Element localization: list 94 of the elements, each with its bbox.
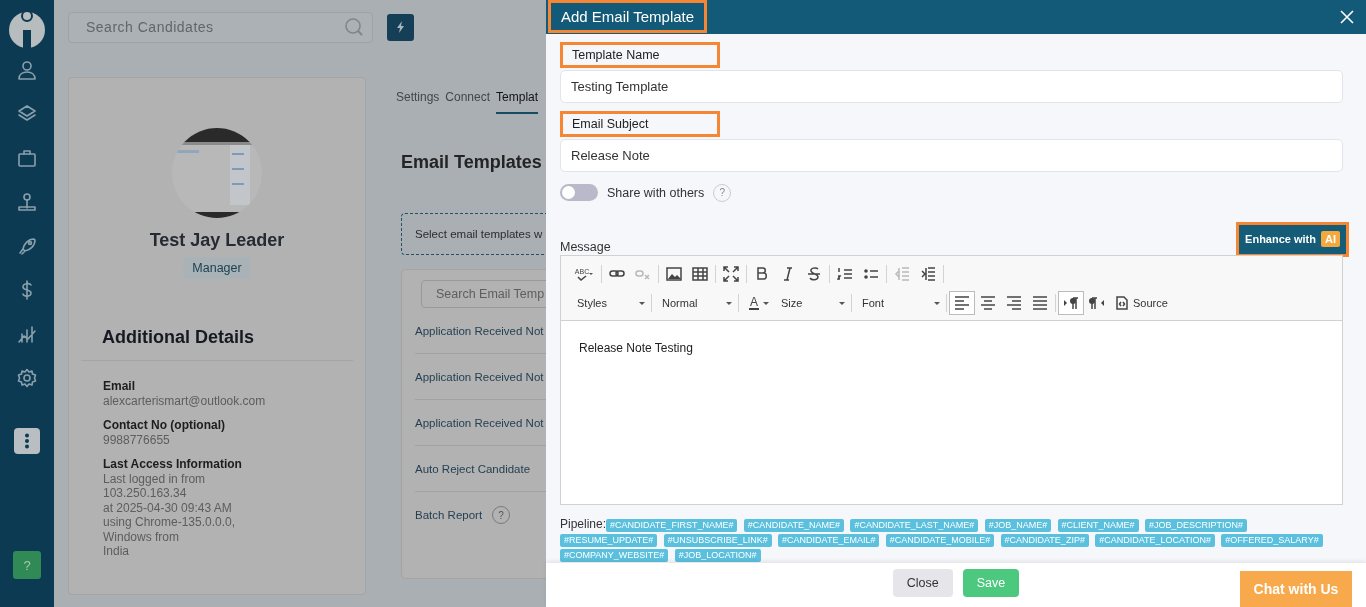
strikethrough-icon bbox=[806, 266, 822, 283]
caret-icon bbox=[726, 301, 732, 305]
placeholder-tag[interactable]: #CLIENT_NAME# bbox=[1057, 518, 1139, 532]
detail-value: 9988776655 bbox=[103, 432, 171, 447]
placeholder-tag[interactable]: #CANDIDATE_FIRST_NAME# bbox=[606, 518, 738, 532]
caret-icon bbox=[934, 301, 940, 305]
check-icon bbox=[577, 274, 587, 281]
close-button[interactable]: Close bbox=[892, 568, 953, 597]
code-file-icon bbox=[1116, 296, 1128, 311]
text-color-button[interactable]: A bbox=[741, 291, 773, 316]
more-button[interactable] bbox=[14, 428, 40, 454]
ai-badge: AI bbox=[1321, 231, 1340, 248]
search-icon bbox=[344, 17, 364, 37]
toolbar-button[interactable] bbox=[949, 291, 975, 316]
template-name[interactable]: Batch Report bbox=[415, 509, 483, 521]
detail-label: Contact No (optional) bbox=[103, 418, 226, 433]
placeholder-tag[interactable]: #JOB_DESCRIPTION# bbox=[1144, 518, 1247, 532]
detail-label: Last Access Information bbox=[103, 457, 243, 472]
rocket-icon[interactable] bbox=[17, 236, 37, 256]
caret-icon bbox=[839, 301, 845, 305]
close-button[interactable] bbox=[1340, 9, 1354, 24]
toggle-label: Share with others bbox=[607, 185, 705, 200]
lightning-button[interactable] bbox=[387, 13, 414, 41]
tab[interactable]: Templat bbox=[496, 90, 539, 114]
caret-icon bbox=[639, 301, 645, 305]
placeholder-tag[interactable]: #CANDIDATE_MOBILE# bbox=[885, 533, 995, 547]
close-icon bbox=[1340, 9, 1354, 24]
placeholder-tag[interactable]: #JOB_LOCATION# bbox=[674, 548, 761, 562]
template-name[interactable]: Application Received Not bbox=[415, 370, 544, 383]
caret-icon bbox=[589, 273, 594, 276]
person-icon[interactable] bbox=[17, 60, 37, 80]
align-left-icon bbox=[954, 295, 970, 312]
pipeline-label: Pipeline: bbox=[560, 516, 607, 531]
align-center-icon bbox=[980, 295, 996, 312]
tab[interactable]: Connect bbox=[445, 90, 491, 114]
chat-button[interactable]: Chat with Us bbox=[1240, 571, 1352, 607]
section-title: Additional Details bbox=[102, 327, 255, 348]
indent-icon bbox=[920, 266, 936, 283]
table-icon bbox=[692, 266, 708, 283]
bold-icon bbox=[754, 266, 770, 283]
detail-value: alexcarterismart@outlook.com bbox=[103, 393, 267, 408]
help-button[interactable]: ? bbox=[13, 551, 41, 579]
field-label: Template Name bbox=[560, 41, 720, 68]
numbered-list-icon bbox=[837, 266, 853, 283]
template-name[interactable]: Application Received Not bbox=[415, 416, 544, 429]
placeholder-tag[interactable]: #CANDIDATE_LAST_NAME# bbox=[850, 518, 979, 532]
placeholder-tag[interactable]: #COMPANY_WEBSITE# bbox=[560, 548, 669, 562]
detail-value: Last logged in from 103.250.163.34 at 2025-04-30 09:43 AM using Chrome-135.0.0.0, Windows from India bbox=[103, 471, 237, 559]
input-field[interactable]: Release Note bbox=[560, 138, 1343, 172]
maximize-icon bbox=[723, 266, 739, 283]
input-field[interactable]: Testing Template bbox=[560, 69, 1343, 103]
modal-title: Add Email Template bbox=[548, 0, 708, 34]
placeholder-tag[interactable]: #CANDIDATE_EMAIL# bbox=[778, 533, 880, 547]
template-name[interactable]: Application Received Not bbox=[415, 324, 544, 337]
detail-label: Email bbox=[103, 379, 136, 394]
image-icon bbox=[666, 266, 682, 283]
template-name[interactable]: Auto Reject Candidate bbox=[415, 462, 531, 475]
section-title: Email Templates bbox=[401, 152, 542, 173]
caret-icon bbox=[763, 301, 769, 305]
justify-icon bbox=[1032, 295, 1048, 312]
placeholder-tag[interactable]: #OFFERED_SALARY# bbox=[1221, 533, 1323, 547]
dropdown[interactable]: Font bbox=[854, 291, 944, 316]
rtl-icon bbox=[1089, 295, 1105, 312]
enhance-button[interactable]: Enhance with AI bbox=[1236, 221, 1349, 257]
field-label: Email Subject bbox=[560, 110, 720, 137]
editor-text: Release Note Testing bbox=[578, 339, 694, 357]
ltr-icon bbox=[1063, 295, 1079, 312]
save-button[interactable]: Save bbox=[962, 568, 1020, 597]
chart-icon[interactable] bbox=[17, 324, 37, 344]
layers-icon[interactable] bbox=[17, 104, 37, 124]
tab[interactable]: Settings bbox=[396, 90, 440, 114]
settings-icon[interactable] bbox=[17, 368, 37, 388]
lightning-icon bbox=[395, 21, 406, 33]
placeholder-tag[interactable]: #JOB_NAME# bbox=[984, 518, 1052, 532]
placeholder-tag[interactable]: #CANDIDATE_ZIP# bbox=[1000, 533, 1089, 547]
align-right-icon bbox=[1006, 295, 1022, 312]
dropdown[interactable]: Normal bbox=[654, 291, 736, 316]
briefcase-icon[interactable] bbox=[17, 148, 37, 168]
role-badge: Manager bbox=[183, 257, 251, 279]
field-label: Message bbox=[560, 239, 611, 254]
outdent-icon bbox=[894, 266, 910, 283]
search-field[interactable]: Search Candidates bbox=[68, 11, 373, 43]
toolbar-button[interactable] bbox=[1058, 291, 1084, 316]
toggle-switch[interactable] bbox=[560, 184, 598, 202]
placeholder-tag[interactable]: #RESUME_UPDATE# bbox=[560, 533, 658, 547]
more-icon bbox=[24, 433, 30, 449]
placeholder-tag[interactable]: #CANDIDATE_LOCATION# bbox=[1095, 533, 1215, 547]
profile-name: Test Jay Leader bbox=[149, 230, 285, 251]
source-button[interactable]: Source bbox=[1110, 296, 1174, 311]
dropdown[interactable]: Size bbox=[773, 291, 849, 316]
placeholder-tag[interactable]: #UNSUBSCRIBE_LINK# bbox=[663, 533, 772, 547]
org-chart-icon[interactable] bbox=[17, 192, 37, 212]
dropdown[interactable]: Styles bbox=[569, 291, 649, 316]
placeholder-tag[interactable]: #CANDIDATE_NAME# bbox=[743, 518, 845, 532]
